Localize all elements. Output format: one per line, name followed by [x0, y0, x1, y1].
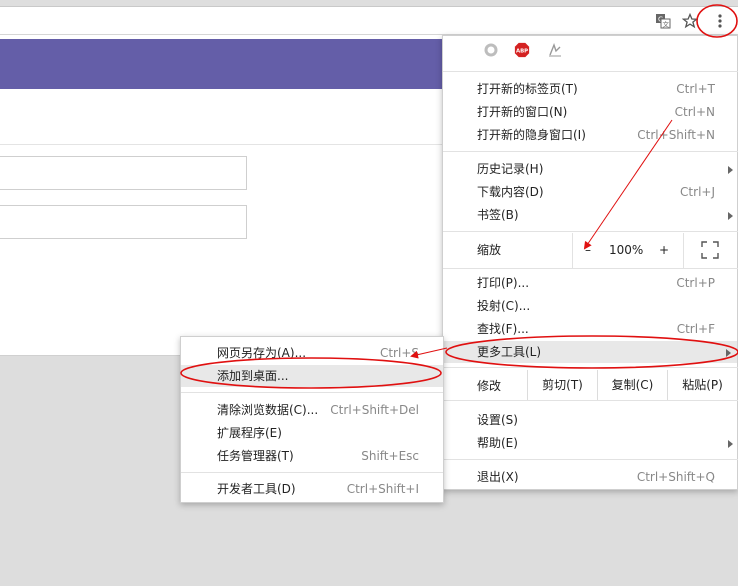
zoom-label: 缩放: [477, 243, 502, 257]
zoom-value: 100%: [609, 243, 644, 257]
menu-item-label: 扩展程序(E): [217, 426, 282, 440]
menu-separator: [443, 400, 738, 401]
form-input-1[interactable]: [0, 156, 247, 190]
edit-cut-button[interactable]: 剪切(T): [527, 370, 597, 400]
menu-item-shortcut: Ctrl+F: [676, 322, 715, 336]
browser-toolbar: G文: [0, 7, 738, 35]
menu-item-shortcut: Ctrl+Shift+N: [637, 128, 715, 142]
cut-label: 剪切(T): [542, 378, 583, 392]
menu-more-tools[interactable]: 更多工具(L): [443, 341, 737, 363]
menu-item-label: 打开新的窗口(N): [477, 105, 568, 119]
page-subheader: [0, 89, 442, 145]
menu-item-label: 帮助(E): [477, 436, 518, 450]
abp-icon[interactable]: ABP: [514, 42, 530, 58]
menu-item-label: 开发者工具(D): [217, 482, 296, 496]
menu-separator: [443, 268, 738, 269]
menu-item-label: 打印(P)...: [477, 276, 530, 290]
paste-label: 粘贴(P): [682, 378, 723, 392]
menu-item-label: 添加到桌面...: [217, 369, 289, 383]
menu-item-shortcut: Ctrl+Shift+I: [346, 482, 419, 496]
menu-history[interactable]: 历史记录(H): [443, 158, 738, 180]
menu-separator: [443, 231, 738, 232]
fullscreen-icon[interactable]: [701, 241, 719, 259]
submenu-save-page-as[interactable]: 网页另存为(A)... Ctrl+S: [181, 342, 443, 364]
zoom-level: 100%: [609, 239, 643, 261]
more-tools-submenu: 网页另存为(A)... Ctrl+S 添加到桌面... 清除浏览数据(C)... C…: [180, 336, 444, 503]
submenu-arrow-icon: [728, 440, 733, 448]
menu-item-label: 任务管理器(T): [217, 449, 294, 463]
menu-item-shortcut: Shift+Esc: [361, 449, 419, 463]
star-icon[interactable]: [680, 11, 700, 31]
menu-separator: [181, 472, 443, 473]
menu-item-shortcut: Ctrl+P: [676, 276, 715, 290]
menu-separator: [181, 392, 443, 393]
menu-downloads[interactable]: 下载内容(D) Ctrl+J: [443, 181, 738, 203]
edit-paste-button[interactable]: 粘贴(P): [667, 370, 737, 400]
menu-bookmarks[interactable]: 书签(B): [443, 204, 738, 226]
menu-help[interactable]: 帮助(E): [443, 432, 738, 454]
menu-find[interactable]: 查找(F)... Ctrl+F: [443, 318, 738, 340]
menu-item-shortcut: Ctrl+T: [676, 82, 715, 96]
menu-item-shortcut: Ctrl+Shift+Del: [330, 403, 419, 417]
submenu-task-manager[interactable]: 任务管理器(T) Shift+Esc: [181, 445, 443, 467]
menu-new-incognito-window[interactable]: 打开新的隐身窗口(I) Ctrl+Shift+N: [443, 124, 738, 146]
menu-item-shortcut: Ctrl+N: [674, 105, 715, 119]
menu-item-label: 更多工具(L): [477, 345, 542, 359]
menu-item-label: 下载内容(D): [477, 185, 544, 199]
menu-item-label: 查找(F)...: [477, 322, 529, 336]
menu-print[interactable]: 打印(P)... Ctrl+P: [443, 272, 738, 294]
menu-separator: [443, 151, 738, 152]
web-page: [0, 35, 442, 356]
edit-copy-button[interactable]: 复制(C): [597, 370, 667, 400]
zoom-divider: [572, 233, 573, 268]
menu-item-label: 网页另存为(A)...: [217, 346, 307, 360]
menu-item-label: 打开新的隐身窗口(I): [477, 128, 586, 142]
zoom-minus-label: –: [585, 243, 591, 257]
menu-separator: [443, 459, 738, 460]
translate-icon[interactable]: G文: [653, 11, 673, 31]
menu-separator: [443, 367, 738, 368]
svg-text:文: 文: [663, 20, 670, 29]
menu-item-label: 书签(B): [477, 208, 519, 222]
menu-item-label: 设置(S): [477, 413, 518, 427]
form-input-2[interactable]: [0, 205, 247, 239]
chrome-main-menu: ABP 打开新的标签页(T) Ctrl+T 打开新的窗口(N) Ctrl+N 打开新…: [442, 35, 738, 490]
submenu-developer-tools[interactable]: 开发者工具(D) Ctrl+Shift+I: [181, 478, 443, 500]
menu-item-label: 打开新的标签页(T): [477, 82, 578, 96]
menu-item-shortcut: Ctrl+J: [680, 185, 715, 199]
menu-exit[interactable]: 退出(X) Ctrl+Shift+Q: [443, 466, 738, 488]
menu-new-tab[interactable]: 打开新的标签页(T) Ctrl+T: [443, 78, 738, 100]
submenu-clear-browsing-data[interactable]: 清除浏览数据(C)... Ctrl+Shift+Del: [181, 399, 443, 421]
submenu-extensions[interactable]: 扩展程序(E): [181, 422, 443, 444]
page-header-banner: [0, 39, 442, 89]
menu-item-label: 清除浏览数据(C)...: [217, 403, 319, 417]
menu-item-label: 历史记录(H): [477, 162, 544, 176]
circle-extension-icon[interactable]: [483, 42, 499, 58]
zoom-in-button[interactable]: +: [659, 239, 669, 261]
zoom-plus-label: +: [659, 243, 670, 257]
menu-settings[interactable]: 设置(S): [443, 409, 738, 431]
menu-separator: [443, 71, 738, 72]
submenu-arrow-icon: [728, 166, 733, 174]
menu-zoom-label: 缩放: [443, 239, 573, 261]
window-top-strip: [0, 0, 738, 7]
zoom-divider: [683, 233, 684, 268]
kebab-menu-icon[interactable]: [710, 11, 730, 31]
abp-icon-label: ABP: [516, 48, 528, 54]
menu-item-shortcut: Ctrl+S: [379, 346, 419, 360]
edit-label: 修改: [477, 379, 502, 393]
submenu-add-to-desktop[interactable]: 添加到桌面...: [181, 365, 443, 387]
script-extension-icon[interactable]: [547, 42, 563, 58]
menu-item-shortcut: Ctrl+Shift+Q: [636, 470, 715, 484]
menu-item-label: 投射(C)...: [477, 299, 531, 313]
submenu-arrow-icon: [728, 212, 733, 220]
zoom-out-button[interactable]: –: [585, 239, 591, 261]
menu-cast[interactable]: 投射(C)...: [443, 295, 738, 317]
copy-label: 复制(C): [611, 378, 654, 392]
menu-new-window[interactable]: 打开新的窗口(N) Ctrl+N: [443, 101, 738, 123]
menu-item-label: 退出(X): [477, 470, 519, 484]
submenu-arrow-icon: [726, 349, 731, 357]
